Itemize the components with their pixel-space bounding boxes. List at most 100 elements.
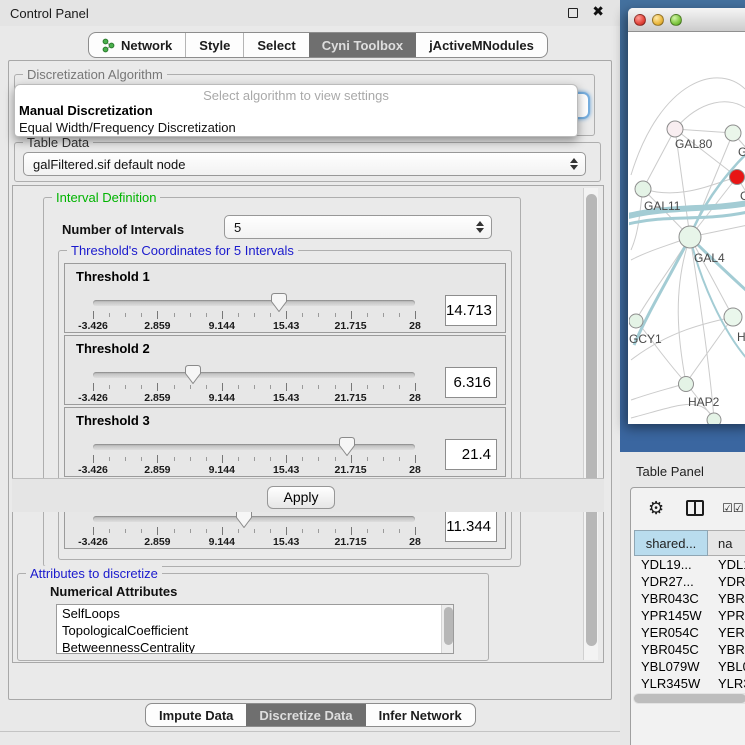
tab-select[interactable]: Select [243, 33, 308, 57]
network-node[interactable] [725, 125, 741, 141]
top-tab-bar: Network Style Select Cyni Toolbox jActiv… [88, 32, 548, 58]
network-node[interactable] [730, 170, 745, 185]
table-cell[interactable]: YLR345W [634, 675, 708, 691]
gear-icon[interactable]: ⚙ [648, 499, 664, 517]
network-node[interactable] [679, 226, 701, 248]
table-cell[interactable]: YER0 [708, 624, 745, 641]
dropdown-option-manual-discretization[interactable]: Manual Discretization [15, 102, 577, 119]
table-row[interactable]: YDR27...YDR2 [634, 573, 745, 590]
table-row[interactable]: YPR145WYPR1 [634, 607, 745, 624]
node-table[interactable]: shared... na YDL19...YDL1YDR27...YDR2YBR… [634, 530, 745, 691]
network-edge[interactable] [675, 129, 733, 133]
threshold-value-field[interactable]: 14.713 [445, 295, 497, 326]
tab-network[interactable]: Network [89, 33, 185, 57]
threshold-slider[interactable] [93, 372, 415, 378]
scrollbar-thumb[interactable] [586, 194, 597, 646]
table-cell[interactable]: YDL1 [708, 556, 745, 573]
tick-mark [206, 457, 207, 461]
tab-style[interactable]: Style [185, 33, 243, 57]
apply-button[interactable]: Apply [267, 486, 335, 509]
table-cell[interactable]: YDR2 [708, 573, 745, 590]
tick-mark [399, 529, 400, 533]
network-node[interactable] [679, 377, 694, 392]
tab-infer-network[interactable]: Infer Network [366, 704, 475, 726]
table-cell[interactable]: YER054C [634, 624, 708, 641]
slider-thumb-icon[interactable] [339, 437, 355, 456]
tab-cyni-toolbox[interactable]: Cyni Toolbox [309, 33, 416, 57]
close-traffic-icon[interactable] [634, 14, 646, 26]
threshold-slider[interactable] [93, 300, 415, 306]
threshold-value-field[interactable]: 6.316 [445, 367, 497, 398]
table-data-combobox[interactable]: galFiltered.sif default node [23, 152, 586, 176]
table-cell[interactable]: YBR043C [634, 590, 708, 607]
table-row[interactable]: YER054CYER0 [634, 624, 745, 641]
dropdown-option-equal-width-frequency[interactable]: Equal Width/Frequency Discretization [15, 119, 577, 136]
split-columns-icon[interactable] [686, 500, 704, 516]
table-row[interactable]: YLR345WYLR3 [634, 675, 745, 691]
table-horizontal-scrollbar[interactable] [633, 693, 745, 704]
settings-scrollbar[interactable] [583, 188, 598, 660]
column-header-shared-name[interactable]: shared... [634, 530, 708, 556]
attributes-scrollbar[interactable] [441, 605, 453, 653]
slider-thumb-icon[interactable] [185, 365, 201, 384]
number-of-intervals-combobox[interactable]: 5 [224, 215, 492, 239]
tab-jactivemnodules[interactable]: jActiveMNodules [416, 33, 547, 57]
tab-impute-data[interactable]: Impute Data [146, 704, 246, 726]
table-cell[interactable]: YLR3 [708, 675, 745, 691]
minimize-traffic-icon[interactable] [652, 14, 664, 26]
tab-discretize-data[interactable]: Discretize Data [246, 704, 365, 726]
tick-mark [351, 527, 352, 535]
table-row[interactable]: YBR045CYBR0 [634, 641, 745, 658]
network-node[interactable] [724, 308, 742, 326]
close-icon[interactable]: ✖ [592, 3, 604, 20]
table-cell[interactable]: YBR0 [708, 641, 745, 658]
attribute-list-item[interactable]: TopologicalCoefficient [57, 622, 453, 639]
dropdown-placeholder-item[interactable]: Select algorithm to view settings [15, 85, 577, 102]
network-edge[interactable] [631, 383, 686, 400]
table-row[interactable]: YBL079WYBL0 [634, 658, 745, 675]
table-row[interactable]: YBR043CYBR0 [634, 590, 745, 607]
attribute-list-item[interactable]: SelfLoops [57, 605, 453, 622]
table-cell[interactable]: YBL079W [634, 658, 708, 675]
algorithm-dropdown-popup: Select algorithm to view settings Manual… [14, 84, 578, 137]
tick-mark [141, 385, 142, 389]
tick-mark [351, 383, 352, 391]
number-of-intervals-label: Number of Intervals [62, 222, 184, 237]
table-cell[interactable]: YPR1 [708, 607, 745, 624]
network-canvas[interactable]: GAL80GAGAL11CGAL4GCY1HHAP2 [629, 33, 745, 424]
network-node[interactable] [635, 181, 651, 197]
tick-label: -3.426 [78, 464, 108, 476]
network-edge[interactable] [690, 152, 745, 237]
threshold-value-field[interactable]: 11.344 [445, 511, 497, 542]
float-window-icon[interactable] [568, 8, 578, 18]
network-edge[interactable] [643, 129, 675, 189]
slider-thumb-icon[interactable] [271, 293, 287, 312]
network-node[interactable] [629, 314, 643, 328]
scrollbar-thumb[interactable] [444, 607, 453, 645]
threshold-value-field[interactable]: 21.4 [445, 439, 497, 470]
table-cell[interactable]: YDL19... [634, 556, 708, 573]
network-node[interactable] [707, 413, 721, 424]
threshold-slider[interactable] [93, 516, 415, 522]
tick-label: 15.43 [273, 392, 299, 404]
table-row[interactable]: YDL19...YDL1 [634, 556, 745, 573]
numerical-attributes-list[interactable]: SelfLoopsTopologicalCoefficientBetweenne… [56, 604, 454, 654]
select-columns-icon[interactable]: ☑☑ [722, 501, 744, 515]
table-cell[interactable]: YPR145W [634, 607, 708, 624]
zoom-traffic-icon[interactable] [670, 14, 682, 26]
network-node[interactable] [667, 121, 683, 137]
tick-label: 9.144 [209, 464, 235, 476]
network-edge[interactable] [631, 189, 643, 250]
scrollbar-thumb[interactable] [634, 694, 745, 703]
table-cell[interactable]: YDR27... [634, 573, 708, 590]
network-window-titlebar[interactable] [628, 8, 745, 32]
network-edge[interactable] [634, 237, 690, 345]
attribute-list-item[interactable]: BetweennessCentrality [57, 639, 453, 654]
table-cell[interactable]: YBR045C [634, 641, 708, 658]
threshold-slider[interactable] [93, 444, 415, 450]
table-cell[interactable]: YBL0 [708, 658, 745, 675]
tick-mark [206, 313, 207, 317]
threshold-box: Threshold 1 -3.4262.8599.14415.4321.7152… [64, 263, 506, 333]
table-cell[interactable]: YBR0 [708, 590, 745, 607]
column-header-name[interactable]: na [708, 530, 745, 556]
